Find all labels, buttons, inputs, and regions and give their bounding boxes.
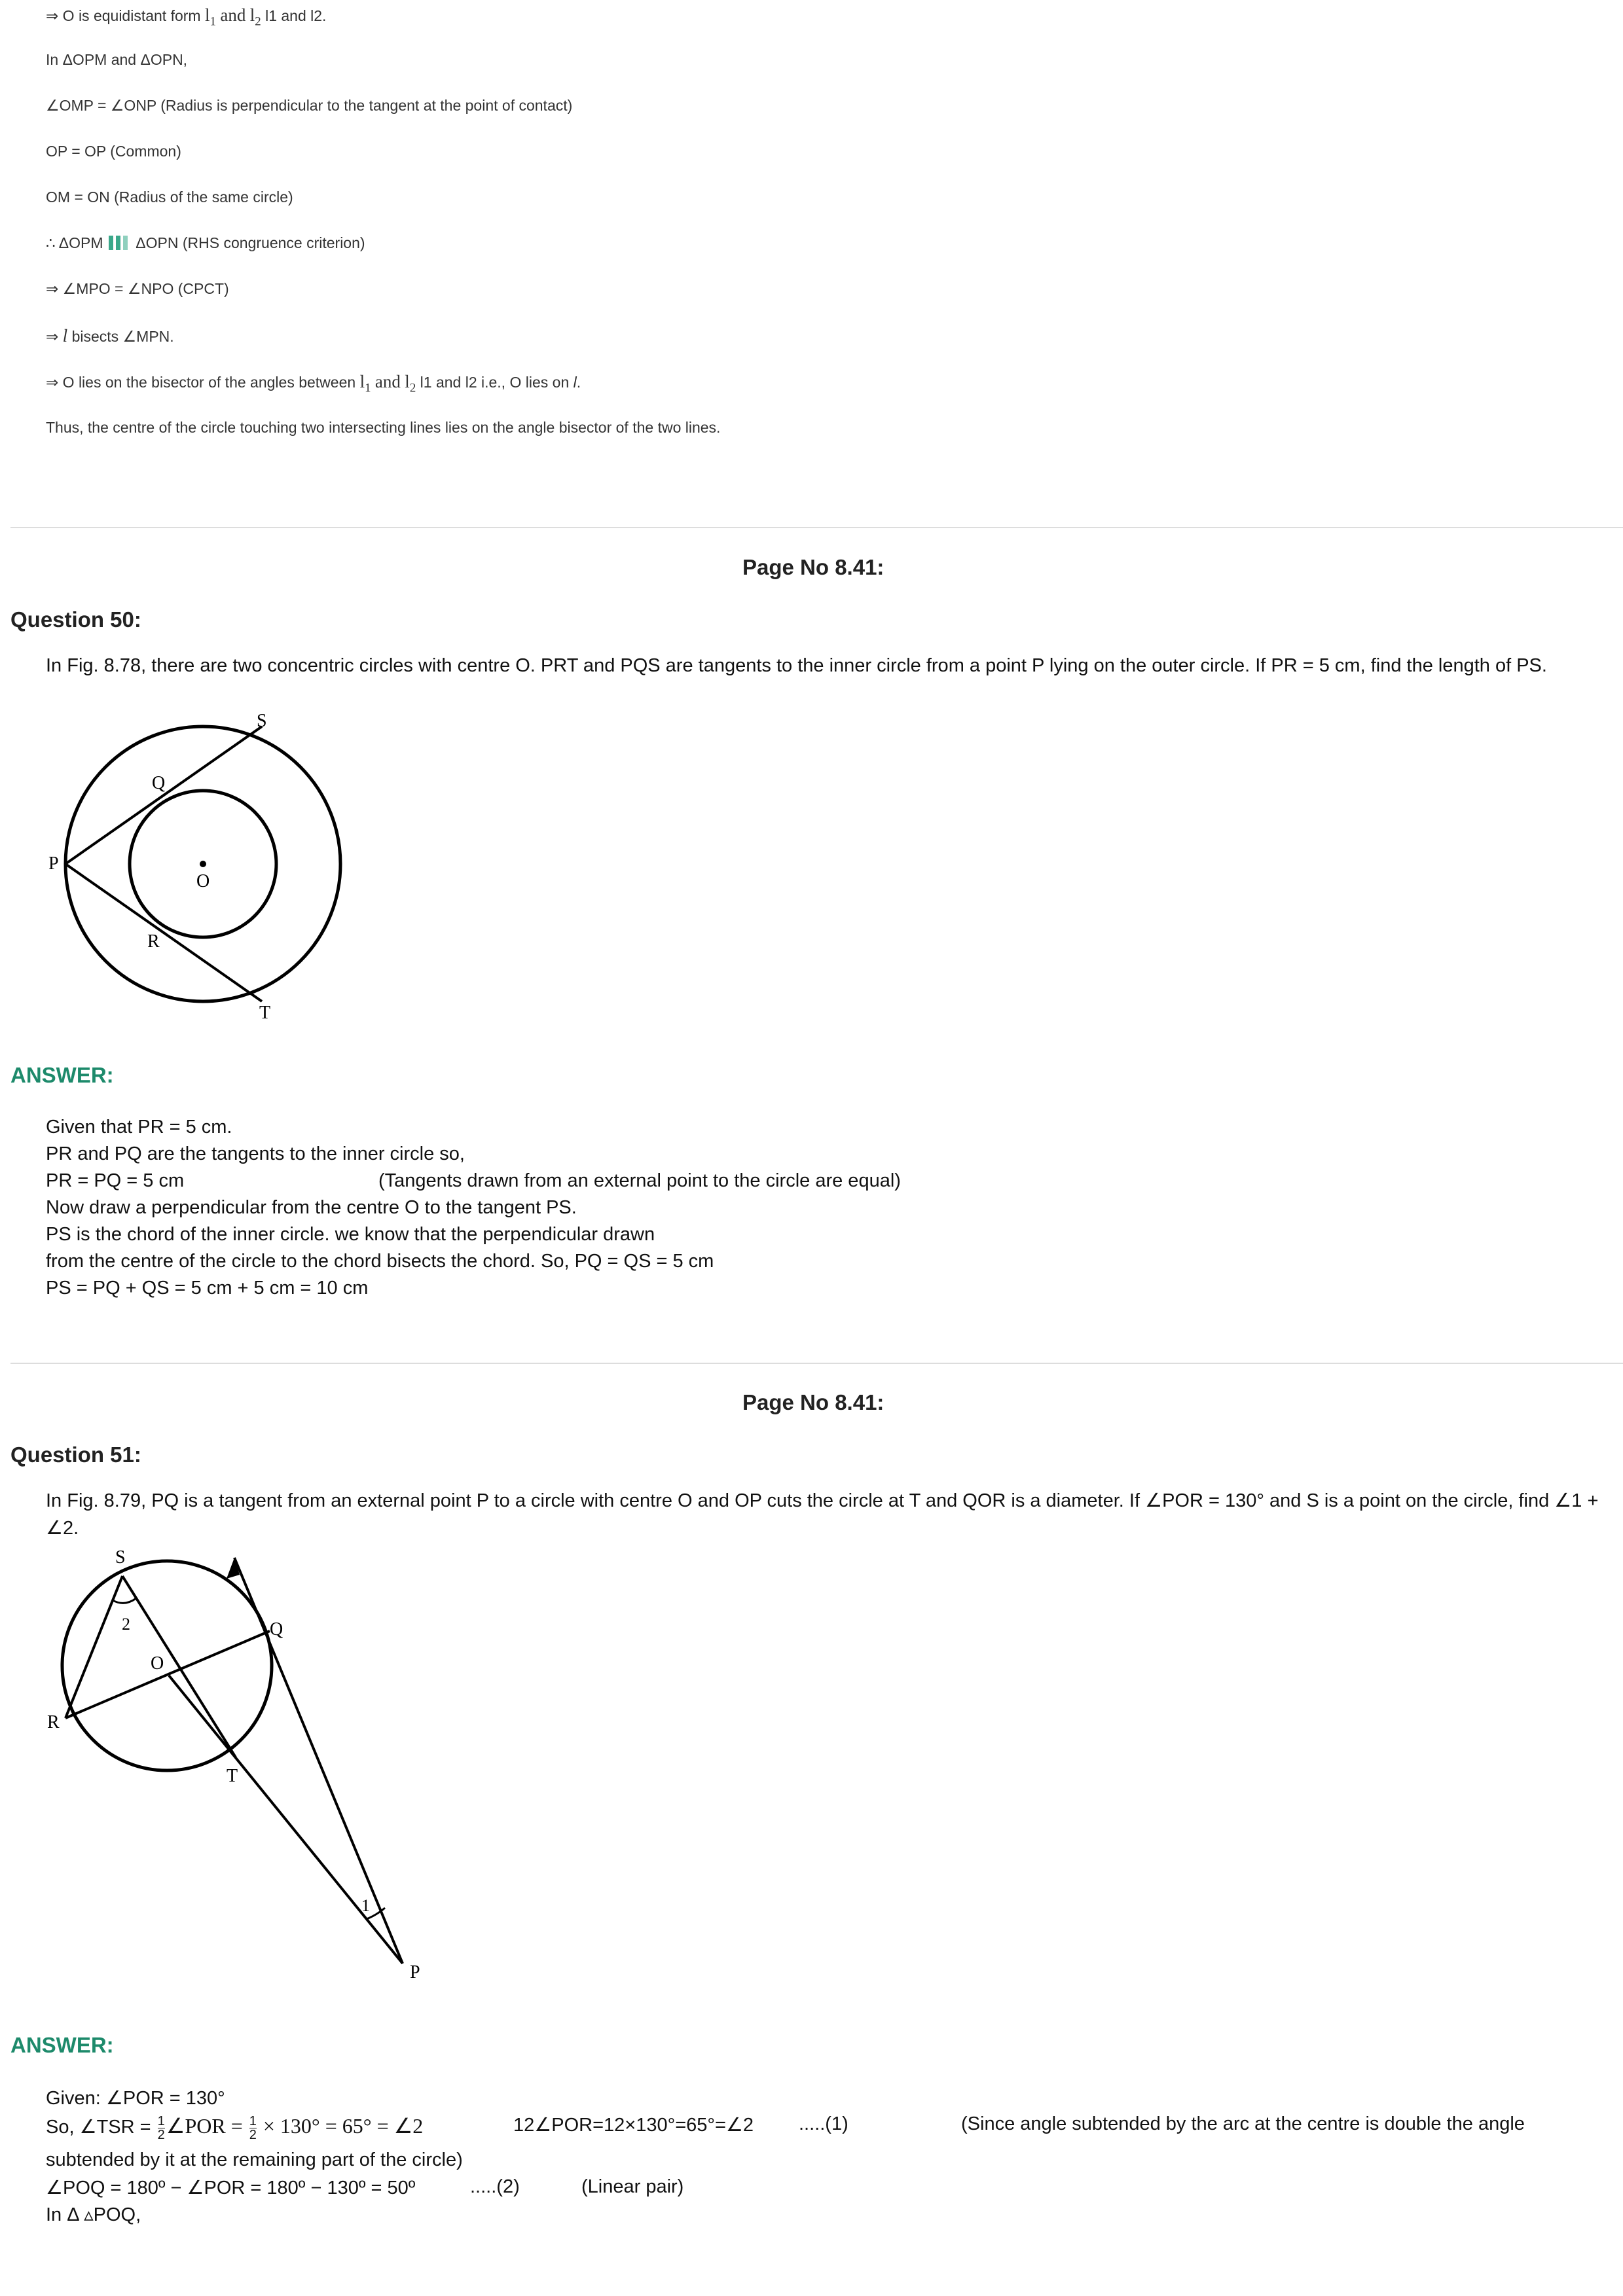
label-q: Q bbox=[270, 1619, 283, 1640]
fraction-half: 12 bbox=[249, 2115, 257, 2142]
alt-text: 12∠POR=12×130°=65°=∠2 bbox=[513, 2115, 754, 2136]
question-title: Question 50: bbox=[10, 607, 141, 632]
l-letter: l bbox=[204, 5, 210, 25]
l1-symbol: l1 bbox=[359, 372, 371, 395]
answer-line: Given that PR = 5 cm. bbox=[46, 1117, 232, 1138]
arrow: ⇒ bbox=[46, 328, 63, 345]
centre-dot bbox=[200, 861, 206, 867]
bar bbox=[115, 236, 120, 250]
label-q: Q bbox=[152, 773, 165, 793]
divider bbox=[10, 1363, 1623, 1364]
text-fragment: l1 and l2 i.e., O lies on bbox=[420, 374, 570, 391]
answer-label: ANSWER: bbox=[10, 2033, 114, 2057]
label-r: R bbox=[147, 931, 160, 952]
l-letter: l bbox=[405, 372, 410, 391]
l2-symbol: l2 bbox=[250, 5, 261, 29]
divider bbox=[10, 527, 1623, 528]
equation-ref: .....(2) bbox=[470, 2176, 520, 2197]
answer-label: ANSWER: bbox=[10, 1063, 114, 1087]
question-title: Question 51: bbox=[10, 1443, 141, 1467]
tangent-pq bbox=[233, 1557, 404, 1964]
l2-symbol: l2 bbox=[405, 372, 416, 395]
angle-line: ∠OMP = ∠ONP (Radius is perpendicular to … bbox=[46, 97, 573, 114]
text-fragment: ΔOPN (RHS congruence criterion) bbox=[136, 234, 365, 251]
page-number: Page No 8.41: bbox=[742, 1390, 884, 1414]
l-letter: l bbox=[359, 372, 365, 391]
answer-line: from the centre of the circle to the cho… bbox=[46, 1251, 714, 1272]
l1-symbol: l1 bbox=[204, 5, 216, 29]
answer-reason: (Tangents drawn from an external point t… bbox=[378, 1170, 901, 1191]
answer-line: So, ∠TSR = 1 2 ∠POR = 12 × 130° = 65° = ∠2 bbox=[46, 2113, 423, 2142]
label-t: T bbox=[227, 1766, 238, 1786]
answer-line: subtended by it at the remaining part of… bbox=[46, 2149, 463, 2170]
answer-line: In Δ ▵POQ, bbox=[46, 2204, 141, 2225]
text-fragment: ⇒ O lies on the bisector of the angles b… bbox=[46, 374, 356, 391]
numerator: 1 bbox=[249, 2113, 257, 2128]
label-s: S bbox=[257, 711, 267, 731]
triangles-line: In ΔOPM and ΔOPN, bbox=[46, 51, 188, 68]
line-op bbox=[168, 1674, 404, 1965]
answer-line: PS = PQ + QS = 5 cm + 5 cm = 10 cm bbox=[46, 1278, 369, 1299]
congruence-icon bbox=[108, 234, 130, 252]
label-o: O bbox=[196, 871, 210, 891]
denominator: 2 bbox=[249, 2127, 257, 2142]
subscript: 2 bbox=[409, 381, 416, 395]
text-fragment: ⇒ O is equidistant form bbox=[46, 7, 201, 24]
answer-line: PS is the chord of the inner circle. we … bbox=[46, 1224, 655, 1245]
bisector-line: ⇒ O lies on the bisector of the angles b… bbox=[46, 372, 581, 395]
question-text: In Fig. 8.79, PQ is a tangent from an ex… bbox=[46, 1490, 1599, 1539]
angle-2-arc bbox=[112, 1597, 137, 1604]
denominator: 2 bbox=[157, 2127, 165, 2142]
label-p: P bbox=[410, 1962, 420, 1982]
text-fragment: ∴ ΔOPM bbox=[46, 234, 103, 251]
subscript: 1 bbox=[365, 381, 371, 395]
label-r: R bbox=[47, 1712, 60, 1732]
period: . bbox=[576, 374, 581, 391]
label-s: S bbox=[115, 1547, 126, 1568]
fraction-half: 12 bbox=[157, 2113, 165, 2142]
label-1: 1 bbox=[361, 1896, 370, 1915]
figure-8-79: S 2 Q O R T 1 P bbox=[47, 1547, 420, 1982]
text-fragment: So, ∠TSR = bbox=[46, 2117, 156, 2138]
page-number: Page No 8.41: bbox=[742, 555, 884, 579]
label-o: O bbox=[151, 1653, 164, 1674]
answer-line: Now draw a perpendicular from the centre… bbox=[46, 1197, 577, 1218]
conclusion-line: Thus, the centre of the circle touching … bbox=[46, 419, 721, 436]
answer-line: Given: ∠POR = 130° bbox=[46, 2088, 225, 2109]
answer-line: ∠POQ = 180º − ∠POR = 180º − 130º = 50º bbox=[46, 2178, 416, 2198]
label-t: T bbox=[259, 1003, 270, 1021]
answer-reason: (Linear pair) bbox=[581, 2176, 684, 2197]
question-text: In Fig. 8.78, there are two concentric c… bbox=[46, 655, 1547, 676]
chord-st bbox=[121, 1575, 237, 1759]
numerator: 1 bbox=[157, 2113, 165, 2128]
bar bbox=[122, 236, 128, 250]
label-2: 2 bbox=[122, 1615, 130, 1634]
subscript: 1 bbox=[210, 14, 216, 29]
answer-reason: (Since angle subtended by the arc at the… bbox=[961, 2113, 1525, 2134]
math-fragment: × 130° = 65° = ∠2 bbox=[257, 2114, 424, 2138]
text-fragment: bisects ∠MPN. bbox=[67, 328, 174, 345]
answer-line: PR = PQ = 5 cm bbox=[46, 1170, 185, 1191]
answer-line: PR and PQ are the tangents to the inner … bbox=[46, 1143, 465, 1164]
bisects-line: ⇒ l bisects ∠MPN. bbox=[46, 326, 174, 346]
subscript: 2 bbox=[255, 14, 261, 29]
equidistant-line: ⇒ O is equidistant form l1 and l2 l1 and… bbox=[46, 5, 326, 29]
label-p: P bbox=[48, 853, 59, 874]
and-word: and bbox=[374, 372, 401, 391]
text-fragment: l1 and l2. bbox=[265, 7, 327, 24]
equation-ref: .....(1) bbox=[799, 2113, 848, 2134]
radius-line: OM = ON (Radius of the same circle) bbox=[46, 188, 293, 206]
and-word: and bbox=[220, 5, 246, 25]
common-line: OP = OP (Common) bbox=[46, 143, 181, 160]
rhs-line: ∴ ΔOPM ΔOPN (RHS congruence criterion) bbox=[46, 234, 365, 252]
math-fragment: ∠POR = bbox=[166, 2114, 248, 2138]
cpct-line: ⇒ ∠MPO = ∠NPO (CPCT) bbox=[46, 280, 229, 297]
bar bbox=[108, 236, 113, 250]
circle bbox=[60, 1559, 274, 1772]
figure-8-78: S Q P O R T bbox=[48, 711, 342, 1021]
